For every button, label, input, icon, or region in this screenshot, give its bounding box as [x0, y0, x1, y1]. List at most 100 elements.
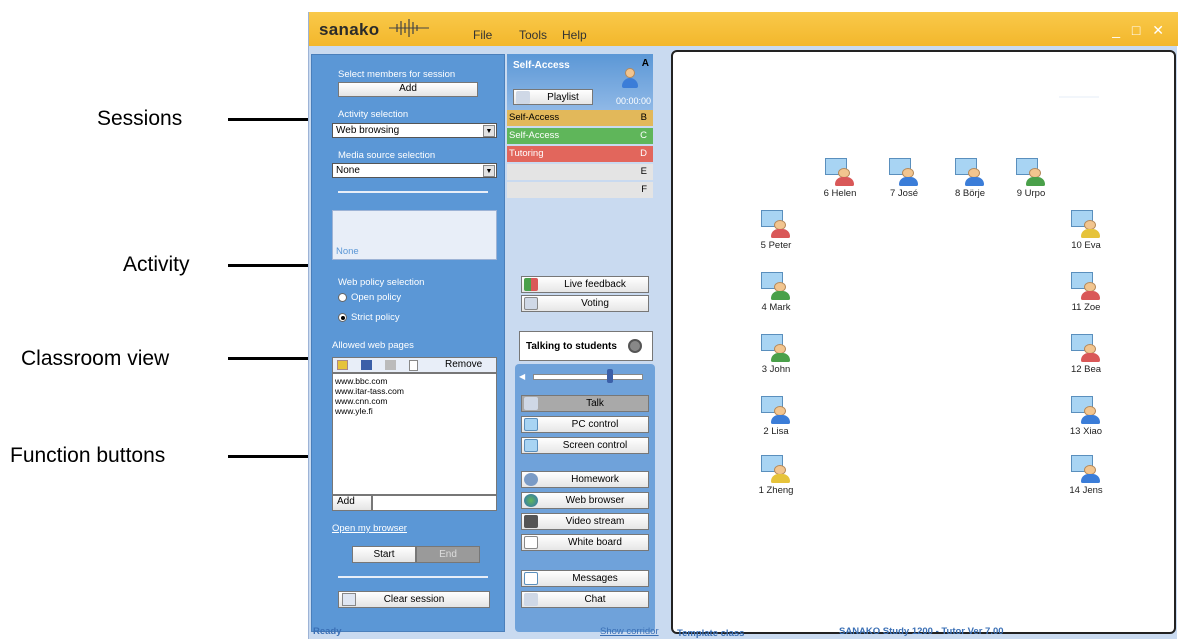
- sessions-and-functions: Self-Access A Playlist 00:00:00 Self-Acc…: [507, 54, 657, 632]
- student-monitor-icon: [1071, 210, 1101, 238]
- student-name: 1 Zheng: [758, 485, 794, 496]
- student-monitor-icon: [761, 455, 791, 483]
- student-name: 5 Peter: [760, 240, 792, 251]
- session-name: Self-Access: [509, 112, 560, 123]
- student-workstation[interactable]: 12 Bea: [1056, 334, 1116, 375]
- clear-session-button[interactable]: Clear session: [338, 591, 490, 608]
- session-letter: B: [640, 112, 647, 123]
- annotation-function-buttons: Function buttons: [10, 444, 166, 467]
- student-workstation[interactable]: 10 Eva: [1056, 210, 1116, 251]
- session-row-c[interactable]: Self-Access C: [507, 128, 653, 144]
- student-name: 10 Eva: [1071, 240, 1101, 251]
- add-page-input[interactable]: [372, 495, 497, 511]
- activity-select-value: Web browsing: [336, 125, 400, 136]
- save-icon[interactable]: [361, 360, 372, 370]
- media-source-value: None: [336, 165, 360, 176]
- talk-button[interactable]: Talk: [521, 395, 649, 412]
- student-monitor-icon: [1016, 158, 1046, 186]
- live-feedback-button[interactable]: Live feedback: [521, 276, 649, 293]
- web-policy-label: Web policy selection: [338, 277, 425, 288]
- session-name: Tutoring: [509, 148, 544, 159]
- session-letter: C: [640, 130, 647, 141]
- activity-select[interactable]: Web browsing ▼: [332, 123, 497, 138]
- pc-control-button[interactable]: PC control: [521, 416, 649, 433]
- add-members-button[interactable]: Add: [338, 82, 478, 97]
- student-monitor-icon: [761, 396, 791, 424]
- media-source-select[interactable]: None ▼: [332, 163, 497, 178]
- student-workstation[interactable]: 14 Jens: [1056, 455, 1116, 496]
- web-browser-button[interactable]: Web browser: [521, 492, 649, 509]
- student-workstation[interactable]: 5 Peter: [746, 210, 806, 251]
- homework-button[interactable]: Homework: [521, 471, 649, 488]
- student-monitor-icon: [825, 158, 855, 186]
- session-row-d[interactable]: Tutoring D: [507, 146, 653, 162]
- menu-file[interactable]: File: [473, 28, 492, 42]
- allowed-page-item[interactable]: www.itar-tass.com: [335, 386, 494, 396]
- student-workstation[interactable]: 3 John: [746, 334, 806, 375]
- chat-button[interactable]: Chat: [521, 591, 649, 608]
- volume-icon: ◀: [519, 372, 526, 381]
- envelope-icon: [524, 572, 538, 585]
- playlist-button[interactable]: Playlist: [513, 89, 593, 105]
- print-icon[interactable]: [385, 360, 396, 370]
- allowed-page-item[interactable]: www.yle.fi: [335, 406, 494, 416]
- remove-button[interactable]: Remove: [445, 359, 482, 370]
- student-workstation[interactable]: 11 Zoe: [1056, 272, 1116, 313]
- clear-session-icon: [342, 593, 356, 606]
- pc-control-icon: [524, 418, 538, 431]
- student-workstation[interactable]: 4 Mark: [746, 272, 806, 313]
- open-browser-link[interactable]: Open my browser: [332, 523, 407, 534]
- divider: [338, 576, 488, 578]
- activity-box-text: None: [336, 246, 359, 257]
- new-page-icon[interactable]: [409, 360, 418, 371]
- student-workstation[interactable]: 1 Zheng: [746, 455, 806, 496]
- sanako-app-window: sanako File Tools Help _ □ ✕ Select memb…: [308, 12, 1178, 639]
- student-workstation[interactable]: 2 Lisa: [746, 396, 806, 437]
- speaker-icon: [628, 339, 642, 353]
- messages-button[interactable]: Messages: [521, 570, 649, 587]
- allowed-pages-toolbar: Remove: [332, 357, 497, 373]
- select-members-label: Select members for session: [338, 69, 456, 80]
- strict-policy-radio[interactable]: [338, 313, 347, 322]
- screen-control-button[interactable]: Screen control: [521, 437, 649, 454]
- show-corridor-link[interactable]: Show corridor: [600, 626, 659, 637]
- session-row-b[interactable]: Self-Access B: [507, 110, 653, 126]
- screenshot-stage: Sessions Activity Classroom view Functio…: [0, 0, 1181, 639]
- allowed-pages-list: www.bbc.com www.itar-tass.com www.cnn.co…: [332, 373, 497, 495]
- student-workstation[interactable]: 13 Xiao: [1056, 396, 1116, 437]
- volume-slider[interactable]: [533, 374, 643, 380]
- voting-icon: [524, 297, 538, 310]
- student-monitor-icon: [761, 334, 791, 362]
- screen-control-icon: [524, 439, 538, 452]
- student-workstation[interactable]: 7 José: [874, 158, 934, 199]
- student-monitor-icon: [1071, 396, 1101, 424]
- classroom-marker: [1059, 96, 1099, 98]
- student-monitor-icon: [1071, 334, 1101, 362]
- student-workstation[interactable]: 9 Urpo: [1001, 158, 1061, 199]
- student-workstation[interactable]: 8 Börje: [940, 158, 1000, 199]
- menu-tools[interactable]: Tools: [519, 28, 547, 42]
- voting-button[interactable]: Voting: [521, 295, 649, 312]
- open-folder-icon[interactable]: [337, 360, 348, 370]
- start-button[interactable]: Start: [352, 546, 416, 563]
- teacher-avatar-icon: [621, 68, 639, 88]
- video-stream-button[interactable]: Video stream: [521, 513, 649, 530]
- chevron-down-icon[interactable]: ▼: [483, 125, 495, 137]
- session-letter: F: [641, 184, 647, 195]
- session-row-f[interactable]: F: [507, 182, 653, 198]
- chevron-down-icon[interactable]: ▼: [483, 165, 495, 177]
- end-button[interactable]: End: [416, 546, 480, 563]
- open-policy-radio[interactable]: [338, 293, 347, 302]
- white-board-button[interactable]: White board: [521, 534, 649, 551]
- student-name: 2 Lisa: [763, 426, 789, 437]
- window-controls[interactable]: _ □ ✕: [1112, 22, 1168, 39]
- session-row-e[interactable]: E: [507, 164, 653, 180]
- allowed-page-item[interactable]: www.bbc.com: [335, 376, 494, 386]
- media-source-label: Media source selection: [338, 150, 436, 161]
- student-workstation[interactable]: 6 Helen: [810, 158, 870, 199]
- current-session-letter: A: [641, 58, 649, 69]
- allowed-page-item[interactable]: www.cnn.com: [335, 396, 494, 406]
- menu-help[interactable]: Help: [562, 28, 587, 42]
- add-page-button[interactable]: Add: [332, 495, 372, 511]
- volume-slider-handle[interactable]: [607, 369, 613, 383]
